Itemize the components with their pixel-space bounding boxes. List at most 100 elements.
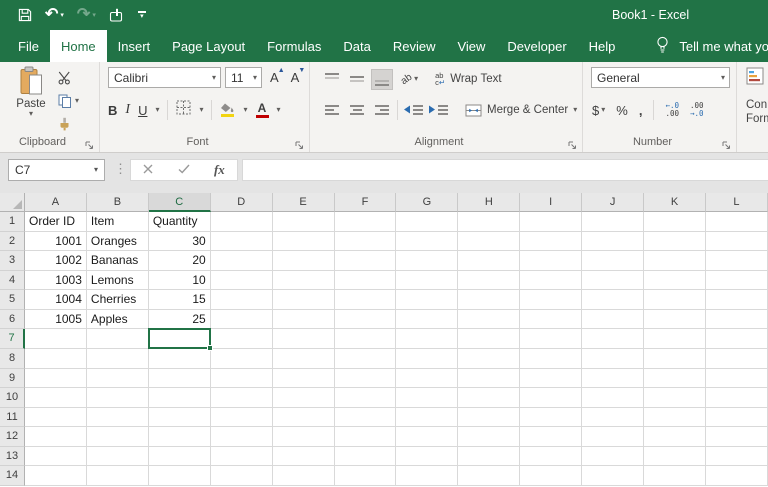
cell-K3[interactable] bbox=[644, 251, 706, 271]
row-header-4[interactable]: 4 bbox=[0, 270, 25, 291]
cell-J8[interactable] bbox=[582, 348, 645, 369]
cell-G13[interactable] bbox=[396, 446, 459, 467]
borders-button[interactable] bbox=[176, 100, 191, 120]
conditional-formatting-button[interactable] bbox=[746, 67, 764, 90]
row-header-14[interactable]: 14 bbox=[0, 466, 25, 486]
wrap-text-button[interactable]: ab c↵ Wrap Text bbox=[435, 71, 501, 87]
font-dialog-launcher-icon[interactable] bbox=[295, 137, 305, 149]
cell-E11[interactable] bbox=[272, 407, 335, 428]
cell-C12[interactable] bbox=[148, 427, 211, 447]
cell-L12[interactable] bbox=[705, 427, 768, 447]
undo-button[interactable]: ↶ ▾ bbox=[45, 7, 64, 23]
cell-G12[interactable] bbox=[396, 427, 459, 447]
column-header-I[interactable]: I bbox=[520, 193, 583, 212]
cell-E14[interactable] bbox=[272, 466, 335, 486]
cell-B7[interactable] bbox=[86, 329, 149, 349]
cell-B5[interactable]: Cherries bbox=[86, 290, 149, 310]
cell-A6[interactable]: 1005 bbox=[25, 309, 87, 330]
row-header-8[interactable]: 8 bbox=[0, 348, 25, 369]
accounting-format-button[interactable]: $ ▾ bbox=[592, 103, 605, 118]
cell-F4[interactable] bbox=[334, 270, 397, 291]
cell-D8[interactable] bbox=[210, 348, 273, 369]
cell-E4[interactable] bbox=[272, 270, 335, 291]
cell-F13[interactable] bbox=[334, 446, 397, 467]
cell-I9[interactable] bbox=[520, 368, 583, 389]
cell-I4[interactable] bbox=[520, 270, 583, 291]
cell-J4[interactable] bbox=[582, 270, 645, 291]
cell-B13[interactable] bbox=[86, 446, 149, 467]
orientation-dropdown-icon[interactable]: ▾ bbox=[414, 75, 418, 83]
row-header-13[interactable]: 13 bbox=[0, 446, 25, 467]
cell-G11[interactable] bbox=[396, 407, 459, 428]
cell-H5[interactable] bbox=[458, 290, 521, 310]
underline-button[interactable]: U bbox=[138, 103, 147, 118]
cell-F2[interactable] bbox=[334, 231, 397, 252]
cell-A10[interactable] bbox=[25, 388, 87, 408]
cell-F5[interactable] bbox=[334, 290, 397, 310]
cell-B2[interactable]: Oranges bbox=[86, 231, 149, 252]
cell-A5[interactable]: 1004 bbox=[25, 290, 87, 310]
cell-A11[interactable] bbox=[25, 407, 87, 428]
column-header-H[interactable]: H bbox=[458, 193, 521, 212]
cell-G4[interactable] bbox=[396, 270, 459, 291]
align-left-button[interactable] bbox=[322, 101, 342, 120]
cell-K11[interactable] bbox=[644, 407, 706, 428]
cell-B1[interactable]: Item bbox=[86, 212, 149, 232]
cell-A3[interactable]: 1002 bbox=[25, 251, 87, 271]
cell-H4[interactable] bbox=[458, 270, 521, 291]
font-name-combobox[interactable]: Calibri ▾ bbox=[108, 67, 221, 88]
cell-E6[interactable] bbox=[272, 309, 335, 330]
cell-K13[interactable] bbox=[644, 446, 706, 467]
cell-C3[interactable]: 20 bbox=[148, 251, 211, 271]
cell-B12[interactable] bbox=[86, 427, 149, 447]
cell-H9[interactable] bbox=[458, 368, 521, 389]
cell-C14[interactable] bbox=[148, 466, 211, 486]
cell-F1[interactable] bbox=[334, 212, 397, 232]
row-header-9[interactable]: 9 bbox=[0, 368, 25, 389]
select-all-corner[interactable] bbox=[0, 193, 25, 212]
cell-I8[interactable] bbox=[520, 348, 583, 369]
cell-G2[interactable] bbox=[396, 231, 459, 252]
cell-E10[interactable] bbox=[272, 388, 335, 408]
cell-K6[interactable] bbox=[644, 309, 706, 330]
tab-review[interactable]: Review bbox=[382, 30, 447, 62]
name-box-dropdown-icon[interactable]: ▾ bbox=[94, 166, 104, 174]
cell-L13[interactable] bbox=[705, 446, 768, 467]
cell-K14[interactable] bbox=[644, 466, 706, 486]
cell-H3[interactable] bbox=[458, 251, 521, 271]
cell-I2[interactable] bbox=[520, 231, 583, 252]
cell-H13[interactable] bbox=[458, 446, 521, 467]
cell-B6[interactable]: Apples bbox=[86, 309, 149, 330]
increase-indent-button[interactable] bbox=[428, 105, 448, 115]
tab-data[interactable]: Data bbox=[332, 30, 381, 62]
cell-H8[interactable] bbox=[458, 348, 521, 369]
cell-L2[interactable] bbox=[705, 231, 768, 252]
cell-I11[interactable] bbox=[520, 407, 583, 428]
column-header-D[interactable]: D bbox=[210, 193, 273, 212]
cell-I1[interactable] bbox=[520, 212, 583, 232]
cell-E12[interactable] bbox=[272, 427, 335, 447]
underline-dropdown-icon[interactable]: ▾ bbox=[155, 106, 159, 114]
cell-J1[interactable] bbox=[582, 212, 645, 232]
decrease-indent-button[interactable] bbox=[403, 105, 423, 115]
cell-A12[interactable] bbox=[25, 427, 87, 447]
cell-G9[interactable] bbox=[396, 368, 459, 389]
cell-K7[interactable] bbox=[644, 329, 706, 349]
increase-font-size-button[interactable]: A ▲ bbox=[266, 67, 285, 85]
column-header-G[interactable]: G bbox=[396, 193, 459, 212]
cell-K5[interactable] bbox=[644, 290, 706, 310]
cell-E3[interactable] bbox=[272, 251, 335, 271]
cell-A7[interactable] bbox=[25, 329, 87, 349]
align-right-button[interactable] bbox=[372, 101, 392, 120]
cell-K10[interactable] bbox=[644, 388, 706, 408]
column-header-E[interactable]: E bbox=[272, 193, 335, 212]
cell-L9[interactable] bbox=[705, 368, 768, 389]
cell-A8[interactable] bbox=[25, 348, 87, 369]
formula-bar-splitter[interactable]: ⋮ bbox=[114, 161, 127, 177]
cell-K8[interactable] bbox=[644, 348, 706, 369]
name-box[interactable]: C7 ▾ bbox=[8, 159, 105, 181]
top-align-button[interactable] bbox=[322, 70, 342, 89]
cell-C9[interactable] bbox=[148, 368, 211, 389]
cell-J7[interactable] bbox=[582, 329, 645, 349]
cell-F10[interactable] bbox=[334, 388, 397, 408]
